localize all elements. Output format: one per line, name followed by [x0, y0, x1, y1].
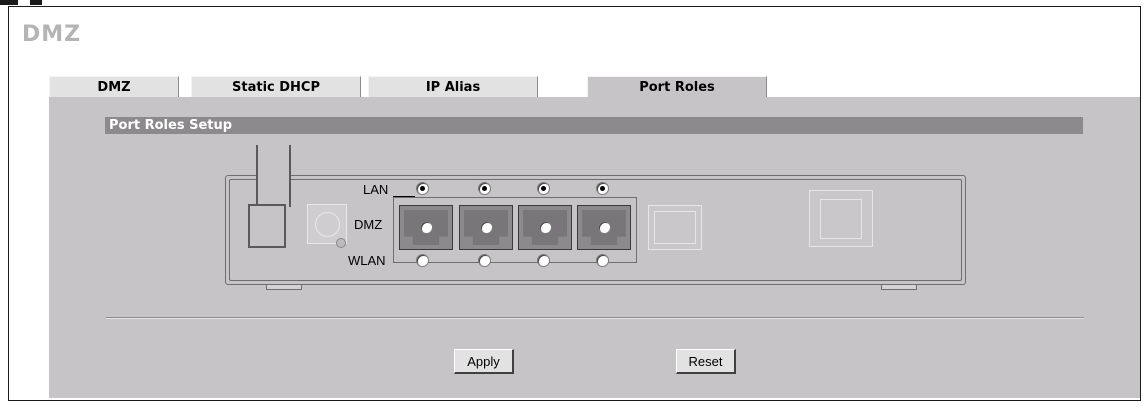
antenna-base [248, 204, 286, 248]
divider [106, 317, 1084, 319]
tab-dmz[interactable]: DMZ [49, 76, 179, 97]
ethernet-port-3-icon [518, 205, 572, 250]
port4-lan-radio[interactable] [596, 182, 609, 195]
ethernet-port-4-icon [577, 205, 631, 250]
phone-port-icon [809, 190, 873, 247]
port2-wlan-radio[interactable] [478, 254, 491, 267]
port1-lan-radio[interactable] [416, 182, 429, 195]
section-header: Port Roles Setup [105, 117, 1083, 134]
port1-dmz-radio[interactable] [420, 221, 433, 234]
port3-wlan-radio[interactable] [537, 254, 550, 267]
apply-button[interactable]: Apply [454, 349, 514, 374]
main-frame: DMZ DMZ Static DHCP IP Alias Port Roles … [8, 6, 1141, 401]
port2-dmz-radio[interactable] [480, 221, 493, 234]
port3-dmz-radio[interactable] [539, 221, 552, 234]
lan-label: LAN [363, 182, 389, 197]
wan-port-icon [648, 205, 702, 250]
ethernet-port-2-icon [459, 205, 513, 250]
port4-wlan-radio[interactable] [596, 254, 609, 267]
port4-dmz-radio[interactable] [598, 221, 611, 234]
reset-button[interactable]: Reset [676, 349, 736, 374]
router-foot-right [881, 285, 917, 290]
tab-static-dhcp[interactable]: Static DHCP [191, 76, 361, 97]
port1-wlan-radio[interactable] [416, 254, 429, 267]
tab-ip-alias[interactable]: IP Alias [368, 76, 538, 97]
antenna-icon [256, 145, 291, 207]
wlan-label: WLAN [348, 253, 386, 268]
ethernet-port-1-icon [399, 205, 453, 250]
dmz-label: DMZ [354, 217, 383, 232]
port2-lan-radio[interactable] [478, 182, 491, 195]
tab-port-roles[interactable]: Port Roles [587, 76, 767, 97]
page-title: DMZ [22, 22, 82, 47]
content-panel: Port Roles Setup LAN DMZ WLAN Apply Rese… [49, 97, 1140, 398]
reset-hole-icon [336, 238, 346, 248]
port3-lan-radio[interactable] [537, 182, 550, 195]
router-foot-left [266, 285, 302, 290]
